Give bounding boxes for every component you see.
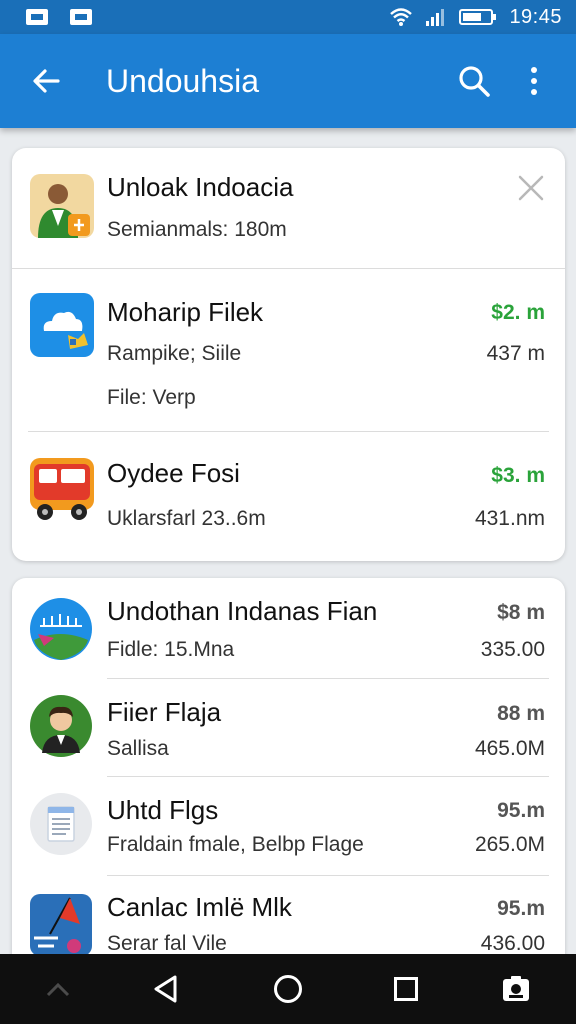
list-item[interactable]: Oydee Fosi Uklarsfarl 23..6m $3. m 431.n…: [12, 432, 565, 560]
cloud-app-icon: [30, 293, 94, 357]
notification-icon: [26, 9, 48, 25]
person-app-icon: [30, 174, 94, 238]
list-item[interactable]: Uhtd Flgs Fraldain fmale, Belbp Flage 95…: [12, 777, 565, 875]
download-card-primary: Unloak Indoacia Semianmals: 180m Moharip…: [12, 148, 565, 561]
item-price: $2. m: [491, 301, 545, 324]
item-title: Uhtd Flgs: [107, 795, 219, 825]
search-button[interactable]: [444, 34, 504, 128]
list-item[interactable]: Undothan Indanas Fian Fidle: 15.Mna $8 m…: [12, 578, 565, 678]
item-title: Unloak Indoacia: [107, 172, 294, 202]
nav-recents-button[interactable]: [376, 954, 436, 1024]
item-title: Fiier Flaja: [107, 697, 222, 727]
item-title: Oydee Fosi: [107, 458, 240, 488]
nav-screenshot-button[interactable]: [486, 954, 546, 1024]
notification-icon: [70, 9, 92, 25]
item-subtitle: Serar fal Vile: [107, 932, 227, 955]
list-item[interactable]: Moharip Filek Rampike; Siile File: Verp …: [12, 269, 565, 431]
item-price: $3. m: [491, 464, 545, 487]
item-title: Moharip Filek: [107, 297, 264, 327]
nav-home-button[interactable]: [258, 954, 318, 1024]
item-price: 88 m: [497, 702, 545, 725]
status-bar: 19:45: [0, 0, 576, 34]
list-item[interactable]: Unloak Indoacia Semianmals: 180m: [12, 148, 565, 268]
item-subtitle: Sallisa: [107, 737, 169, 760]
item-subtitle: Fidle: 15.Mna: [107, 638, 235, 661]
item-subtitle: Uklarsfarl 23..6m: [107, 507, 266, 530]
item-price: 95.m: [497, 799, 545, 822]
item-size: 431.nm: [474, 507, 545, 530]
landscape-app-icon: [30, 598, 92, 660]
item-title: Canlac Imlë Mlk: [107, 892, 292, 922]
battery-icon: [459, 9, 497, 25]
item-size: 265.0M: [474, 833, 545, 856]
more-vert-icon: [531, 67, 537, 95]
item-title: Undothan Indanas Fian: [107, 596, 378, 626]
avatar-app-icon: [30, 695, 92, 757]
item-size: 436.00: [480, 932, 545, 955]
download-card-secondary: Undothan Indanas Fian Fidle: 15.Mna $8 m…: [12, 578, 565, 978]
document-app-icon: [30, 793, 92, 855]
search-icon: [459, 66, 490, 97]
close-button[interactable]: [513, 170, 549, 206]
app-bar: Undouhsia: [0, 34, 576, 128]
wifi-icon: [390, 8, 413, 26]
item-subtitle: Rampike; Siile: [107, 342, 242, 365]
item-size: 437 m: [486, 342, 545, 365]
more-options-button[interactable]: [504, 34, 564, 128]
item-price: 95.m: [497, 897, 545, 920]
bus-app-icon: [30, 458, 94, 520]
nav-home-icon: [274, 975, 302, 1003]
back-button[interactable]: [0, 34, 92, 128]
system-nav-bar: [0, 954, 576, 1024]
signal-icon: [426, 9, 445, 26]
flag-app-icon: [30, 894, 92, 956]
clock: 19:45: [509, 5, 562, 28]
nav-back-button[interactable]: [136, 954, 196, 1024]
item-size: 335.00: [480, 638, 545, 661]
item-price: $8 m: [497, 601, 545, 624]
item-subtitle: Fraldain fmale, Belbp Flage: [107, 833, 364, 856]
app-title: Undouhsia: [106, 62, 259, 99]
item-size: 465.0M: [474, 737, 545, 760]
back-arrow-icon: [33, 69, 60, 93]
nav-collapse-icon: [28, 954, 88, 1024]
nav-recents-icon: [394, 977, 418, 1001]
list-item[interactable]: Fiier Flaja Sallisa 88 m 465.0M: [12, 679, 565, 776]
nav-screenshot-icon: [503, 976, 529, 1001]
item-subtitle: Semianmals: 180m: [107, 218, 287, 241]
item-file-info: File: Verp: [107, 386, 196, 409]
close-icon: [518, 175, 544, 201]
nav-back-icon: [154, 975, 177, 1003]
